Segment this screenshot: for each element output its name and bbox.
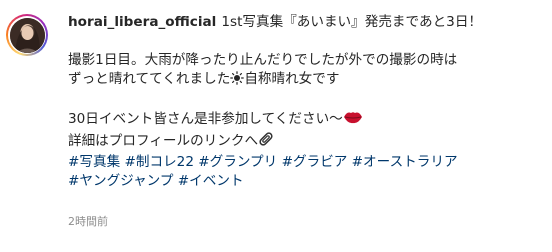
caption-text: 詳細はプロフィールのリンクへ	[68, 133, 259, 149]
hashtag-link[interactable]: #ヤングジャンプ	[68, 173, 173, 189]
caption: horai_libera_official 1st写真集『あいまい』発売まであと3…	[68, 13, 544, 191]
caption-line: ずっと晴れててくれました 自称晴れ女です	[68, 70, 544, 91]
caption-line: 撮影1日目。大雨が降ったり止んだりでしたが外での撮影の時は	[68, 52, 458, 68]
post-timestamp[interactable]: 2時間前	[68, 213, 108, 229]
sun-icon	[230, 71, 245, 91]
caption-text: 自称晴れ女です	[244, 71, 340, 87]
caption-headline: 1st写真集『あいまい』発売まであと3日！	[221, 14, 483, 30]
hashtag-link[interactable]: #イベント	[178, 173, 244, 189]
caption-text: 30日イベント皆さん是非参加してください〜	[68, 111, 343, 127]
instagram-post: horai_libera_official 1st写真集『あいまい』発売まであと3…	[0, 0, 552, 252]
avatar[interactable]	[9, 17, 45, 53]
caption-line: 詳細はプロフィールのリンクへ	[68, 131, 544, 153]
hashtag-link[interactable]: #制コレ22	[125, 154, 194, 170]
hashtag-link[interactable]: #オーストラリア	[352, 154, 458, 170]
avatar-story-ring[interactable]	[6, 14, 48, 56]
caption-line: 30日イベント皆さん是非参加してください〜	[68, 110, 544, 131]
paperclip-icon	[258, 131, 274, 153]
avatar-photo	[9, 17, 45, 53]
hashtag-link[interactable]: #グランプリ	[198, 154, 277, 170]
caption-text: ずっと晴れててくれました	[68, 71, 231, 87]
lips-icon	[343, 110, 363, 131]
hashtag-list: #写真集 #制コレ22 #グランプリ #グラビア #オーストラリア #ヤングジャ…	[68, 153, 544, 191]
caption-header: horai_libera_official 1st写真集『あいまい』発売まであと3…	[68, 13, 544, 32]
hashtag-link[interactable]: #グラビア	[282, 154, 348, 170]
hashtag-link[interactable]: #写真集	[68, 154, 120, 170]
username-link[interactable]: horai_libera_official	[68, 14, 216, 30]
